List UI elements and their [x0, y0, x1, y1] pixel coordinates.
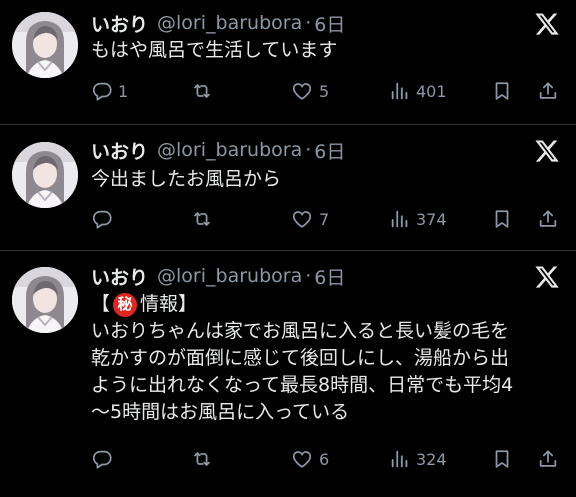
tag-line: 【 秘 情報】 — [91, 291, 561, 318]
tweet-header: いおり @lori_barubora · 6日 — [91, 137, 345, 163]
views-button[interactable]: 374 — [389, 206, 447, 232]
action-bar: 7 374 — [91, 206, 567, 232]
bookmark-icon — [491, 448, 513, 470]
avatar[interactable] — [12, 142, 78, 208]
bookmark-icon — [491, 80, 513, 102]
display-name[interactable]: いおり — [91, 263, 148, 290]
tweet-text: 今出ましたお風呂から — [91, 166, 561, 193]
view-count: 374 — [416, 209, 447, 229]
tweet[interactable]: いおり @lori_barubora · 6日 今出ましたお風呂から 7 374 — [0, 125, 576, 249]
tweet-text-line: 乾かすのが面倒に感じて後回しにし、湯船から出 — [91, 347, 510, 369]
tweet[interactable]: いおり @lori_barubora · 6日 【 秘 情報】 いおりちゃんは家… — [0, 251, 576, 497]
display-name[interactable]: いおり — [91, 137, 148, 164]
share-icon — [537, 448, 559, 470]
like-count: 6 — [319, 449, 330, 469]
views-icon — [389, 448, 411, 470]
reply-button[interactable] — [91, 446, 118, 472]
separator: · — [305, 265, 312, 287]
secret-badge: 秘 — [113, 292, 138, 317]
share-button[interactable] — [537, 206, 559, 232]
like-count: 5 — [319, 81, 330, 101]
x-logo-icon — [534, 11, 560, 37]
avatar[interactable] — [12, 12, 78, 78]
reply-button[interactable] — [91, 206, 118, 232]
reply-icon — [91, 80, 113, 102]
timestamp[interactable]: 6日 — [314, 263, 345, 290]
tweet-text-line: もはや風呂で生活しています — [91, 39, 338, 61]
separator: · — [305, 12, 312, 34]
like-button[interactable]: 6 — [290, 446, 329, 472]
bookmark-icon — [491, 208, 513, 230]
action-bar: 6 324 — [91, 446, 567, 472]
views-icon — [389, 208, 411, 230]
timestamp[interactable]: 6日 — [314, 137, 345, 164]
user-handle[interactable]: @lori_barubora — [157, 12, 302, 34]
tweet-text-line: いおりちゃんは家でお風呂に入ると長い髪の毛を — [91, 320, 510, 342]
reply-icon — [91, 448, 113, 470]
avatar[interactable] — [12, 267, 78, 333]
separator: · — [305, 139, 312, 161]
tweet-text: もはや風呂で生活しています — [91, 37, 561, 64]
retweet-icon — [190, 448, 214, 470]
retweet-button[interactable] — [190, 78, 219, 104]
view-count: 324 — [416, 449, 447, 469]
tweet-text-line: ように出れなくなって最長8時間、日常でも平均4 — [91, 374, 514, 396]
reply-button[interactable]: 1 — [91, 78, 128, 104]
bookmark-button[interactable] — [491, 206, 513, 232]
like-button[interactable]: 5 — [290, 78, 329, 104]
share-icon — [537, 80, 559, 102]
like-count: 7 — [319, 209, 330, 229]
heart-icon — [290, 448, 314, 470]
retweet-icon — [190, 208, 214, 230]
views-button[interactable]: 401 — [389, 78, 447, 104]
retweet-button[interactable] — [190, 446, 219, 472]
heart-icon — [290, 208, 314, 230]
views-icon — [389, 80, 411, 102]
tweet-header: いおり @lori_barubora · 6日 — [91, 10, 345, 36]
bookmark-button[interactable] — [491, 78, 513, 104]
tag-open-bracket: 【 — [91, 293, 111, 315]
tweet-text-line: 〜5時間はお風呂に入っている — [91, 401, 350, 423]
tag-label: 情報】 — [140, 293, 198, 315]
tweet[interactable]: いおり @lori_barubora · 6日 もはや風呂で生活しています 1 … — [0, 0, 576, 124]
reply-icon — [91, 208, 113, 230]
tweet-text: 【 秘 情報】 いおりちゃんは家でお風呂に入ると長い髪の毛を 乾かすのが面倒に感… — [91, 291, 561, 426]
tweet-header: いおり @lori_barubora · 6日 — [91, 263, 345, 289]
retweet-button[interactable] — [190, 206, 219, 232]
share-button[interactable] — [537, 78, 559, 104]
tweet-text-line: 今出ましたお風呂から — [91, 168, 282, 190]
bookmark-button[interactable] — [491, 446, 513, 472]
x-logo-icon — [534, 138, 560, 164]
retweet-icon — [190, 80, 214, 102]
display-name[interactable]: いおり — [91, 10, 148, 37]
heart-icon — [290, 80, 314, 102]
x-logo-icon — [534, 264, 560, 290]
action-bar: 1 5 401 — [91, 78, 567, 104]
timestamp[interactable]: 6日 — [314, 10, 345, 37]
views-button[interactable]: 324 — [389, 446, 447, 472]
share-icon — [537, 208, 559, 230]
view-count: 401 — [416, 81, 447, 101]
user-handle[interactable]: @lori_barubora — [157, 139, 302, 161]
user-handle[interactable]: @lori_barubora — [157, 265, 302, 287]
share-button[interactable] — [537, 446, 559, 472]
like-button[interactable]: 7 — [290, 206, 329, 232]
reply-count: 1 — [118, 81, 129, 101]
